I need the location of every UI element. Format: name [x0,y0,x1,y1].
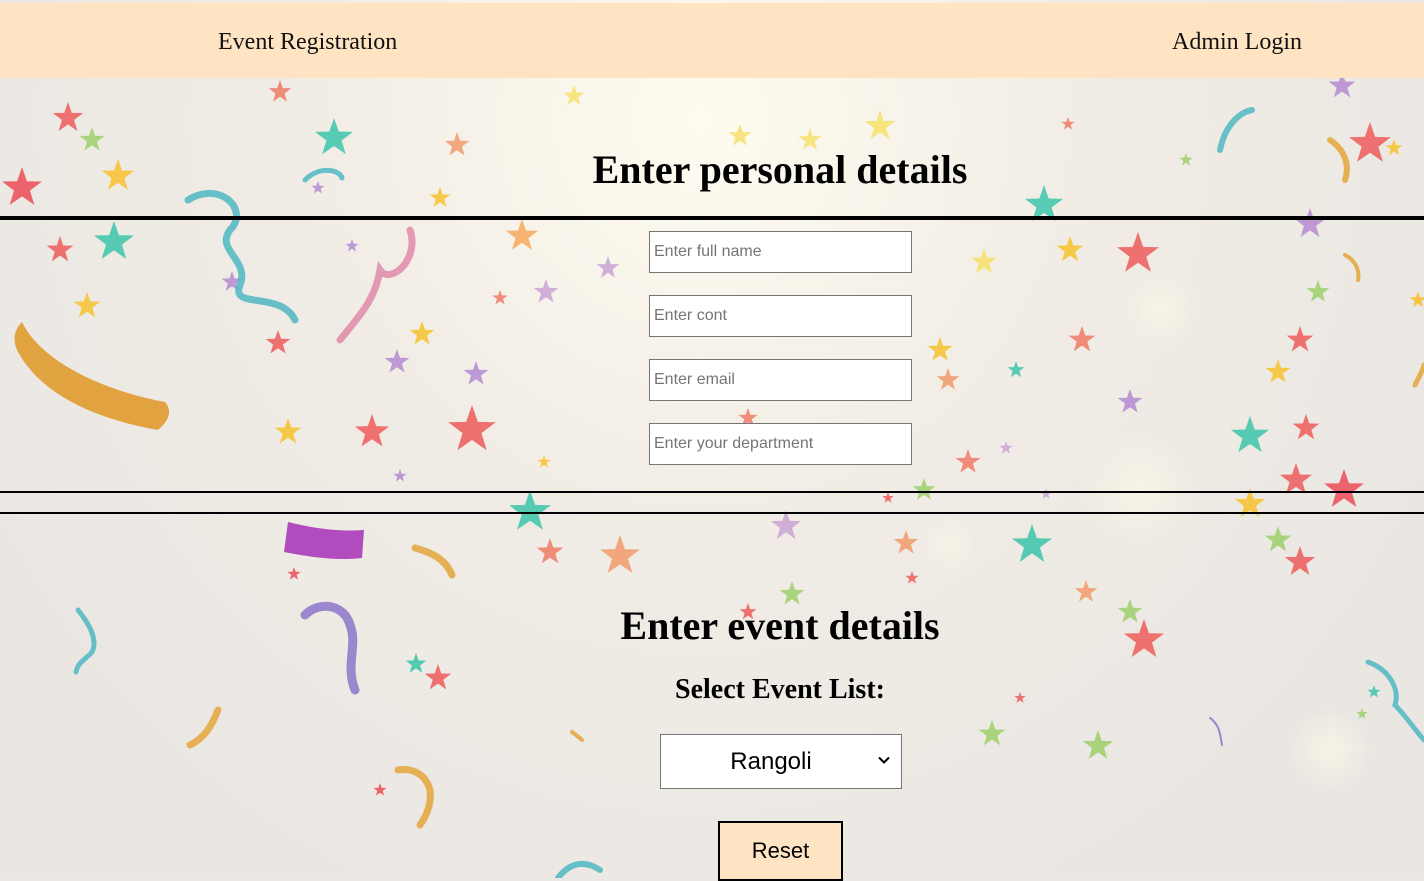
divider [0,491,1424,493]
divider [0,216,1424,220]
navbar: Event Registration Admin Login [0,3,1424,78]
admin-login-link[interactable]: Admin Login [1172,29,1302,56]
personal-details-heading: Enter personal details [592,147,968,192]
divider [0,512,1424,514]
contact-input[interactable] [649,295,912,337]
reset-button[interactable]: Reset [718,821,843,881]
event-select[interactable]: Rangoli [660,734,902,789]
brand-link[interactable]: Event Registration [218,29,397,56]
full-name-input[interactable] [649,231,912,273]
event-select-value: Rangoli [730,748,812,775]
chevron-down-icon [878,756,890,764]
select-event-label: Select Event List: [675,674,885,705]
email-input[interactable] [649,359,912,401]
department-input[interactable] [649,423,912,465]
event-details-heading: Enter event details [620,603,940,648]
